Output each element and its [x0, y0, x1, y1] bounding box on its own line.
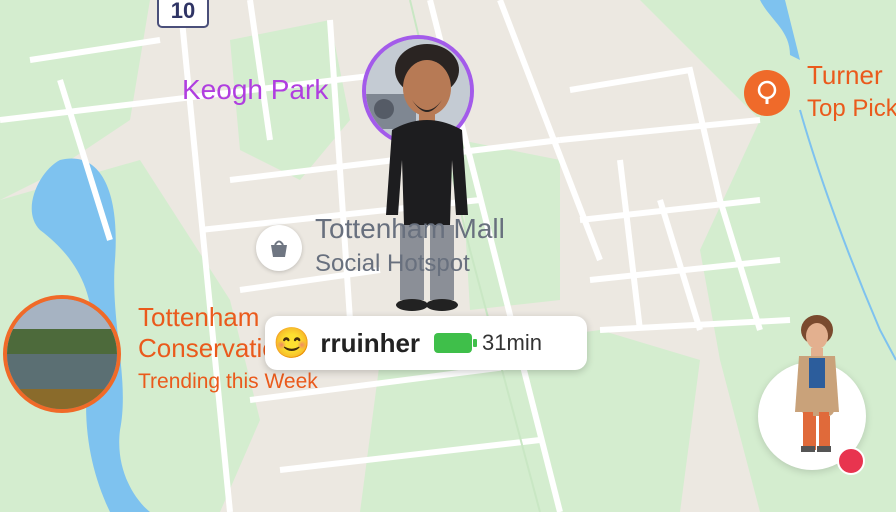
- conservation-subtitle: Trending this Week: [138, 370, 318, 393]
- tottenham-mall-label[interactable]: Tottenham Mall: [315, 213, 505, 245]
- notification-dot: [837, 447, 865, 475]
- my-bitmoji-figure: [795, 315, 839, 452]
- bag-glyph: [271, 240, 287, 257]
- turner-subtitle: Top Pick: [807, 95, 896, 122]
- conservation-photo-image: [7, 299, 117, 409]
- route-10-shield: 10: [157, 0, 209, 28]
- friend-emoji: 😊: [273, 326, 311, 360]
- tottenham-mall-subtitle: Social Hotspot: [315, 250, 470, 277]
- tree-glyph: [757, 80, 777, 104]
- friend-bitmoji-avatar[interactable]: [372, 40, 482, 320]
- last-seen-time: 31min: [482, 330, 542, 355]
- friend-status-pill[interactable]: 😊 rruinher 31min: [265, 316, 587, 370]
- friend-username: rruinher: [320, 327, 421, 358]
- conservation-photo[interactable]: [3, 295, 121, 413]
- keogh-park-label[interactable]: Keogh Park: [182, 74, 328, 106]
- battery-icon: [434, 333, 478, 353]
- turner-label[interactable]: Turner: [807, 60, 883, 91]
- shopping-bag-icon[interactable]: [256, 225, 302, 271]
- tree-icon[interactable]: [744, 70, 790, 116]
